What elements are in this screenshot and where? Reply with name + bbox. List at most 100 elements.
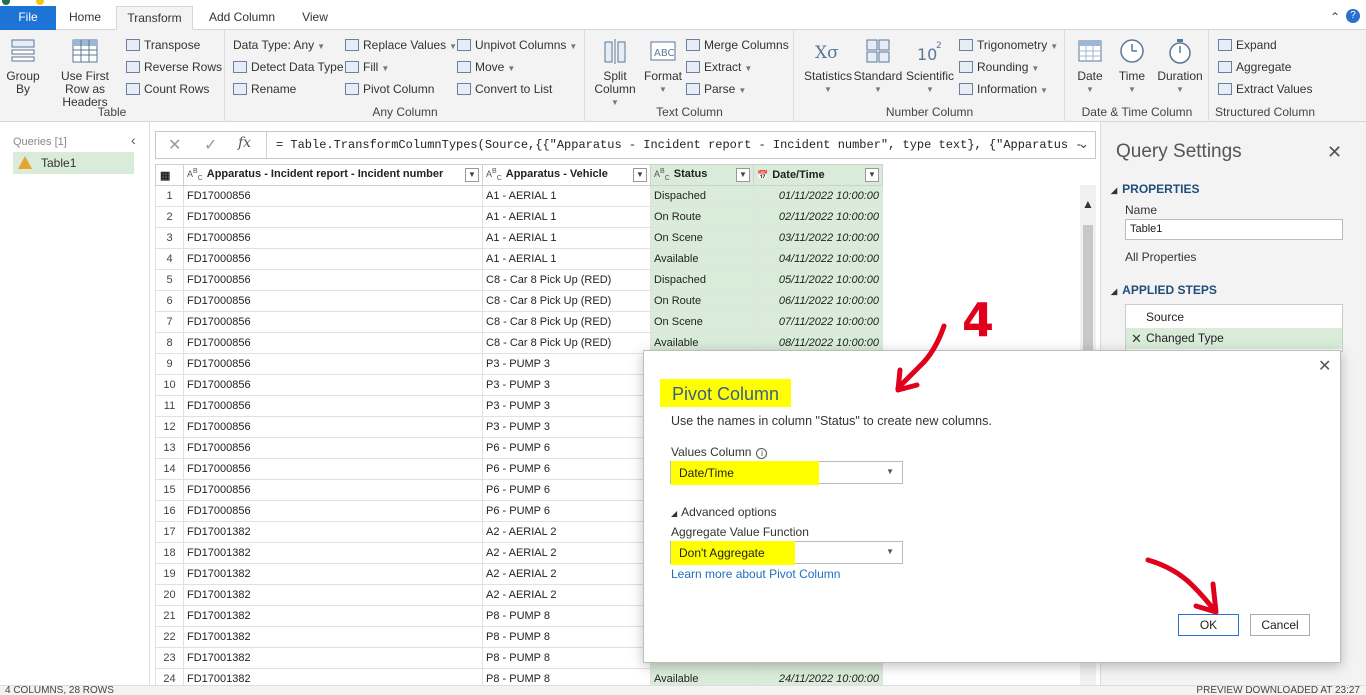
cancel-formula-icon[interactable]: ✕	[168, 135, 181, 155]
filter-dropdown-icon[interactable]: ▼	[465, 168, 479, 182]
cell-incident-number[interactable]: FD17000856	[183, 227, 483, 249]
unpivot-columns-button[interactable]: Unpivot Columns ▼	[457, 35, 577, 55]
aggregate-function-select[interactable]: Don't Aggregate ▼	[670, 541, 903, 565]
cell-status[interactable]: On Scene	[650, 311, 754, 333]
cell-datetime[interactable]: 05/11/2022 10:00:00	[753, 269, 883, 291]
table-row[interactable]: 24 FD17001382 P8 - PUMP 8 Available 24/11/20…	[155, 668, 883, 685]
properties-section[interactable]: ◢ PROPERTIES	[1111, 182, 1200, 196]
cell-status[interactable]: Available	[650, 668, 754, 685]
cell-datetime[interactable]: 06/11/2022 10:00:00	[753, 290, 883, 312]
row-number[interactable]: 10	[155, 374, 184, 396]
cell-vehicle[interactable]: C8 - Car 8 Pick Up (RED)	[482, 290, 651, 312]
cell-status[interactable]: On Route	[650, 290, 754, 312]
column-header-vehicle[interactable]: ABC Apparatus - Vehicle ▼	[482, 164, 651, 186]
row-number[interactable]: 13	[155, 437, 184, 459]
expand-formula-icon[interactable]: ⌄	[1078, 136, 1089, 152]
row-number[interactable]: 11	[155, 395, 184, 417]
table-row[interactable]: 7 FD17000856 C8 - Car 8 Pick Up (RED) On Sc…	[155, 311, 883, 333]
cell-vehicle[interactable]: P3 - PUMP 3	[482, 416, 651, 438]
cell-vehicle[interactable]: P6 - PUMP 6	[482, 479, 651, 501]
text-type-icon[interactable]: ABC	[187, 168, 203, 182]
cell-incident-number[interactable]: FD17001382	[183, 647, 483, 669]
datetime-type-icon[interactable]: 📅	[757, 170, 768, 181]
cell-vehicle[interactable]: A2 - AERIAL 2	[482, 542, 651, 564]
close-icon[interactable]: ✕	[1327, 142, 1342, 163]
cell-status[interactable]: Available	[650, 248, 754, 270]
row-number[interactable]: 1	[155, 185, 184, 207]
table-menu-icon[interactable]: ▦	[155, 164, 184, 186]
row-number[interactable]: 24	[155, 668, 184, 685]
row-number[interactable]: 4	[155, 248, 184, 270]
cell-vehicle[interactable]: A2 - AERIAL 2	[482, 584, 651, 606]
column-header-status[interactable]: ABC Status ▼	[650, 164, 754, 186]
advanced-options-toggle[interactable]: ◢ Advanced options	[671, 505, 777, 519]
tab-home[interactable]: Home	[58, 6, 112, 30]
cell-incident-number[interactable]: FD17001382	[183, 563, 483, 585]
formula-input[interactable]: = Table.TransformColumnTypes(Source,{{"A…	[276, 138, 1083, 152]
cell-vehicle[interactable]: P8 - PUMP 8	[482, 647, 651, 669]
information-button[interactable]: Information ▼	[959, 79, 1048, 99]
row-number[interactable]: 7	[155, 311, 184, 333]
cell-vehicle[interactable]: P3 - PUMP 3	[482, 395, 651, 417]
table-row[interactable]: 4 FD17000856 A1 - AERIAL 1 Available 04/11/2…	[155, 248, 883, 270]
row-number[interactable]: 18	[155, 542, 184, 564]
row-number[interactable]: 9	[155, 353, 184, 375]
cell-incident-number[interactable]: FD17000856	[183, 500, 483, 522]
fx-icon[interactable]: fx	[238, 135, 251, 151]
filter-dropdown-icon[interactable]: ▼	[736, 168, 750, 182]
cell-vehicle[interactable]: A1 - AERIAL 1	[482, 206, 651, 228]
ok-button[interactable]: OK	[1178, 614, 1239, 636]
step-source[interactable]: Source	[1126, 307, 1342, 328]
step-changed-type[interactable]: ✕ Changed Type	[1126, 328, 1342, 349]
row-number[interactable]: 22	[155, 626, 184, 648]
cell-vehicle[interactable]: A1 - AERIAL 1	[482, 185, 651, 207]
column-header-incident-number[interactable]: ABC Apparatus - Incident report - Inciden…	[183, 164, 483, 186]
text-type-icon[interactable]: ABC	[486, 168, 502, 182]
cell-datetime[interactable]: 07/11/2022 10:00:00	[753, 311, 883, 333]
statistics-button[interactable]: Χσ Statistics ▼	[803, 36, 853, 96]
move-button[interactable]: Move ▼	[457, 57, 515, 77]
query-item-table1[interactable]: Table1	[13, 152, 134, 174]
cell-vehicle[interactable]: P6 - PUMP 6	[482, 437, 651, 459]
replace-values-button[interactable]: Replace Values ▼	[345, 35, 457, 55]
cell-status[interactable]: On Scene	[650, 227, 754, 249]
cell-status[interactable]: Dispached	[650, 269, 754, 291]
collapse-ribbon-icon[interactable]: ⌃	[1330, 10, 1340, 24]
scrollbar-thumb[interactable]	[1083, 225, 1093, 365]
table-row[interactable]: 1 FD17000856 A1 - AERIAL 1 Dispached 01/11/2…	[155, 185, 883, 207]
table-row[interactable]: 5 FD17000856 C8 - Car 8 Pick Up (RED) Dispa…	[155, 269, 883, 291]
cell-vehicle[interactable]: P8 - PUMP 8	[482, 605, 651, 627]
date-button[interactable]: Date ▼	[1072, 36, 1108, 96]
row-number[interactable]: 2	[155, 206, 184, 228]
row-number[interactable]: 23	[155, 647, 184, 669]
row-number[interactable]: 14	[155, 458, 184, 480]
rename-button[interactable]: Rename	[233, 79, 296, 99]
cell-incident-number[interactable]: FD17000856	[183, 437, 483, 459]
cell-vehicle[interactable]: P8 - PUMP 8	[482, 626, 651, 648]
cell-vehicle[interactable]: P3 - PUMP 3	[482, 353, 651, 375]
cell-incident-number[interactable]: FD17000856	[183, 206, 483, 228]
split-column-button[interactable]: Split Column ▼	[590, 36, 640, 109]
cell-incident-number[interactable]: FD17000856	[183, 479, 483, 501]
commit-formula-icon[interactable]: ✓	[204, 135, 217, 155]
tab-file[interactable]: File	[0, 6, 56, 30]
chevron-left-icon[interactable]: ‹	[131, 132, 136, 148]
cell-incident-number[interactable]: FD17000856	[183, 395, 483, 417]
cell-vehicle[interactable]: C8 - Car 8 Pick Up (RED)	[482, 311, 651, 333]
cell-incident-number[interactable]: FD17001382	[183, 626, 483, 648]
filter-dropdown-icon[interactable]: ▼	[633, 168, 647, 182]
cell-incident-number[interactable]: FD17000856	[183, 353, 483, 375]
cell-datetime[interactable]: 24/11/2022 10:00:00	[753, 668, 883, 685]
tab-transform[interactable]: Transform	[116, 6, 193, 30]
cell-datetime[interactable]: 03/11/2022 10:00:00	[753, 227, 883, 249]
aggregate-button[interactable]: Aggregate	[1218, 57, 1291, 77]
row-number[interactable]: 15	[155, 479, 184, 501]
table-row[interactable]: 6 FD17000856 C8 - Car 8 Pick Up (RED) On Ro…	[155, 290, 883, 312]
convert-to-list-button[interactable]: Convert to List	[457, 79, 552, 99]
transpose-button[interactable]: Transpose	[126, 35, 200, 55]
cell-status[interactable]: Dispached	[650, 185, 754, 207]
cell-datetime[interactable]: 01/11/2022 10:00:00	[753, 185, 883, 207]
cell-vehicle[interactable]: P8 - PUMP 8	[482, 668, 651, 685]
help-icon[interactable]: ?	[1346, 9, 1360, 23]
data-type-dropdown[interactable]: Data Type: Any ▼	[233, 35, 325, 55]
